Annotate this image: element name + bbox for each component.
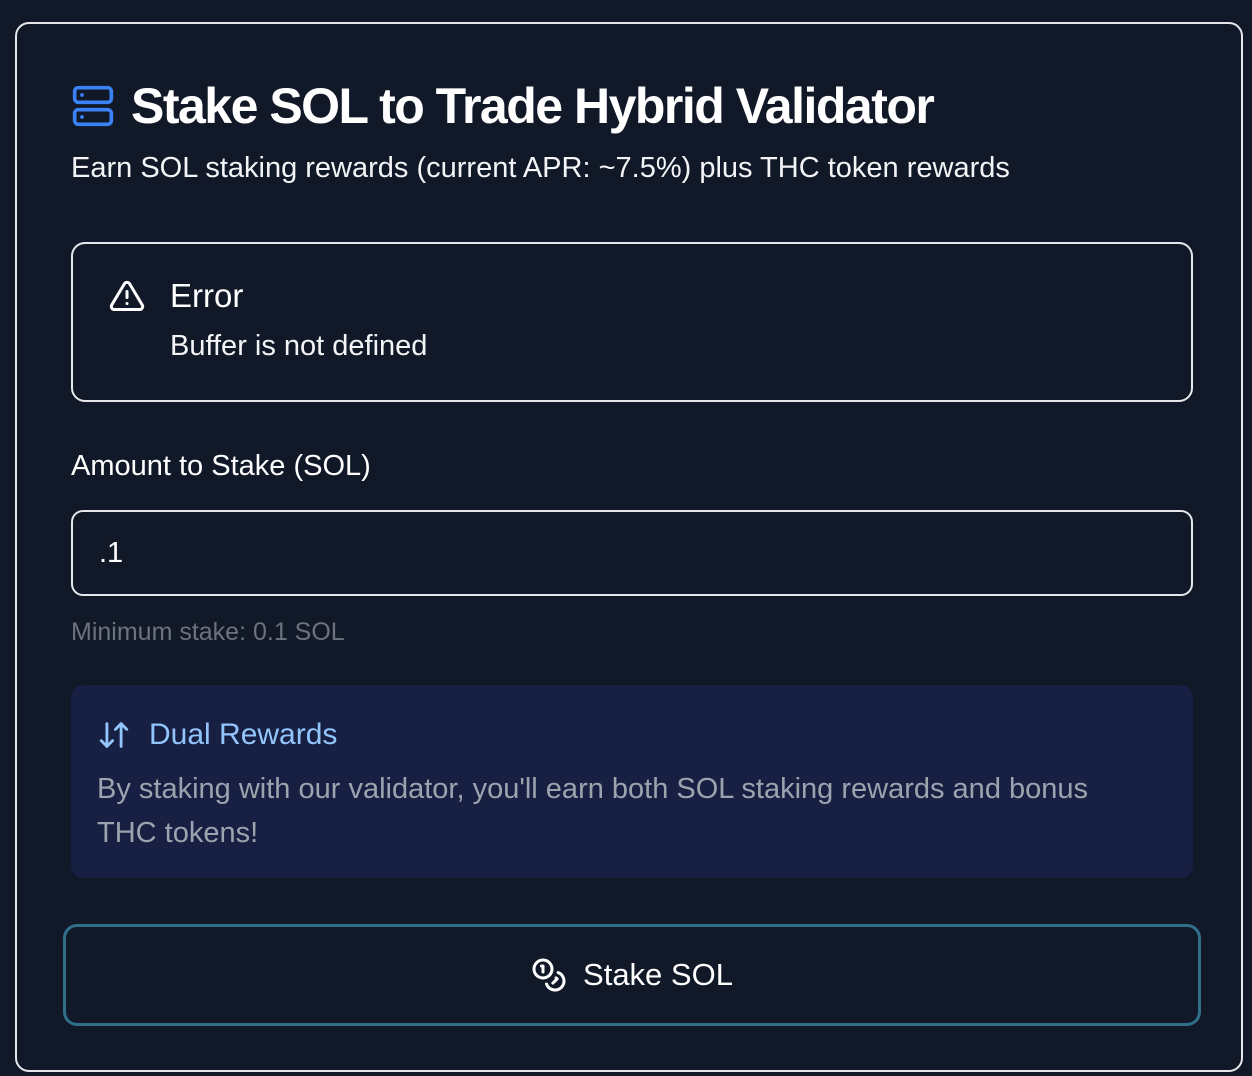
page-title: Stake SOL to Trade Hybrid Validator [131,78,935,134]
stake-button-label: Stake SOL [583,957,733,992]
minimum-stake-hint: Minimum stake: 0.1 SOL [71,618,345,646]
error-message: Buffer is not defined [170,330,428,362]
rewards-description: By staking with our validator, you'll ea… [97,773,1089,849]
dual-rewards-info: Dual Rewards By staking with our validat… [71,685,1193,878]
rewards-title: Dual Rewards [149,718,338,751]
amount-input[interactable] [71,510,1193,596]
alert-triangle-icon [109,278,145,314]
error-alert: Error Buffer is not defined [71,242,1193,402]
error-title: Error [170,277,244,314]
arrow-up-down-icon [97,718,131,752]
rewards-header: Dual Rewards [97,715,337,755]
server-icon [71,84,115,128]
stake-sol-button[interactable]: Stake SOL [63,924,1201,1026]
amount-label: Amount to Stake (SOL) [71,450,371,482]
stake-card: Stake SOL to Trade Hybrid Validator Earn… [15,22,1243,1072]
coins-icon [531,957,567,993]
card-header: Stake SOL to Trade Hybrid Validator [71,76,935,136]
page-subtitle: Earn SOL staking rewards (current APR: ~… [71,152,1010,184]
